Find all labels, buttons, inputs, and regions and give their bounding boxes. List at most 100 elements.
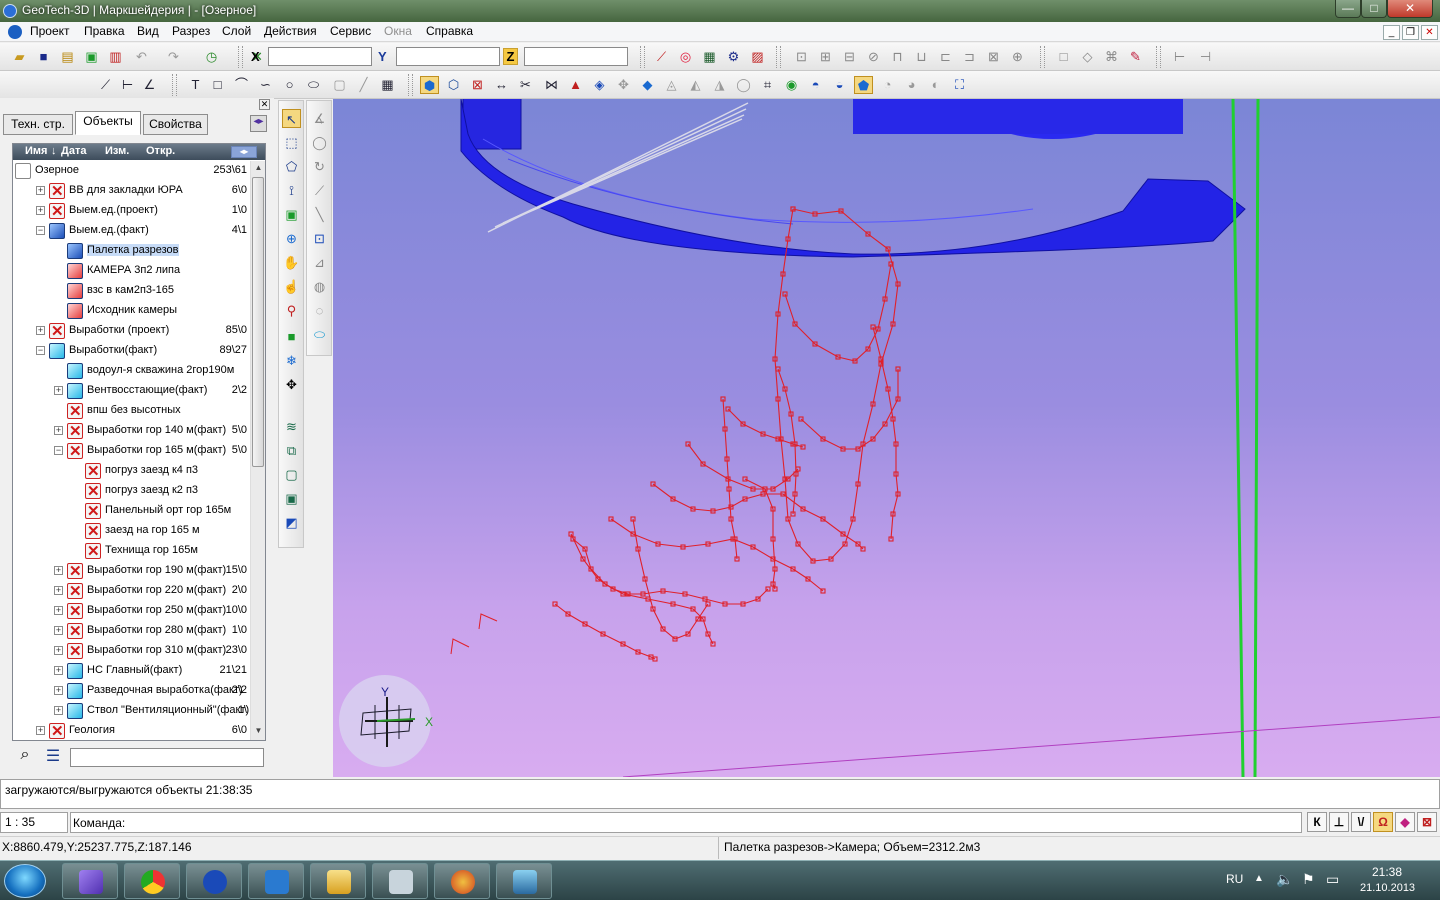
tray-arrow-icon[interactable]: ▲ bbox=[1254, 873, 1264, 884]
frame-icon[interactable]: ⛶ bbox=[950, 76, 969, 94]
filter-list-icon[interactable]: ☰ bbox=[42, 746, 64, 768]
snowflake-icon[interactable]: ❄ bbox=[282, 351, 301, 370]
distance-icon[interactable]: ↔ bbox=[492, 76, 511, 94]
document-icon[interactable] bbox=[8, 25, 22, 39]
tree-row[interactable]: − Выработки гор 165 м(факт) 5\0 bbox=[13, 441, 249, 461]
faded-g-icon[interactable]: ◐ bbox=[926, 76, 945, 94]
tree-row[interactable]: Панельный орт гор 165м bbox=[13, 501, 249, 521]
expand-icon[interactable]: + bbox=[54, 626, 63, 635]
tree-row[interactable]: + Выработки гор 220 м(факт) 2\0 bbox=[13, 581, 249, 601]
diamond-icon[interactable]: ◆ bbox=[638, 76, 657, 94]
cross-solid-icon[interactable]: ⊠ bbox=[468, 76, 487, 94]
scroll-up-icon[interactable]: ▲ bbox=[253, 163, 264, 175]
sphere-icon[interactable]: ◍ bbox=[310, 277, 329, 296]
taskbar-vs[interactable] bbox=[62, 863, 118, 899]
tree-row[interactable]: + Выем.ед.(проект) 1\0 bbox=[13, 201, 249, 221]
expand-icon[interactable]: + bbox=[54, 686, 63, 695]
gradient-icon[interactable]: ◒ bbox=[830, 76, 849, 94]
snap-grid-button[interactable]: ⊠ bbox=[1417, 812, 1437, 832]
faded-f-icon[interactable]: ◕ bbox=[902, 76, 921, 94]
clock-time[interactable]: 21:38 bbox=[1372, 865, 1402, 879]
layers-stack-icon[interactable]: ≋ bbox=[282, 417, 301, 436]
col-name[interactable]: Имя bbox=[25, 145, 47, 157]
tree-row[interactable]: + Выработки гор 250 м(факт)10\0 bbox=[13, 601, 249, 621]
hidden-layer-icon[interactable] bbox=[67, 402, 83, 420]
tool-k-icon[interactable]: □ bbox=[1054, 48, 1073, 66]
taskbar-paint[interactable] bbox=[434, 863, 490, 899]
pin-icon[interactable]: ⚲ bbox=[282, 301, 301, 320]
tree-row[interactable]: + Выработки гор 310 м(факт)23\0 bbox=[13, 641, 249, 661]
col-date[interactable]: Дата bbox=[61, 145, 86, 157]
maximize-button[interactable]: □ bbox=[1361, 0, 1387, 18]
table-icon[interactable]: ▦ bbox=[378, 76, 397, 94]
expand-icon[interactable]: + bbox=[36, 186, 45, 195]
cut-icon[interactable]: ✂ bbox=[516, 76, 535, 94]
blob-icon[interactable]: ◌ bbox=[310, 301, 329, 320]
rectangle-icon[interactable]: □ bbox=[208, 76, 227, 94]
taskbar-calc[interactable] bbox=[372, 863, 428, 899]
surface-icon[interactable]: ◉ bbox=[782, 76, 801, 94]
cube-icon[interactable]: ▣ bbox=[82, 48, 101, 66]
faded-d-icon[interactable]: ◯ bbox=[734, 76, 753, 94]
select-area-icon[interactable]: ▣ bbox=[282, 205, 301, 224]
command-input[interactable] bbox=[133, 814, 1293, 831]
select-node-icon[interactable]: ⟟ bbox=[282, 181, 301, 200]
cube-solid-icon[interactable]: ◈ bbox=[590, 76, 609, 94]
tool-i-icon[interactable]: ⊠ bbox=[984, 48, 1003, 66]
hand-icon[interactable]: ✋ bbox=[282, 253, 301, 272]
angle-measure-icon[interactable]: ∡ bbox=[310, 109, 329, 128]
taskbar-chrome[interactable] bbox=[124, 863, 180, 899]
object-search-input[interactable] bbox=[70, 748, 264, 767]
close-button[interactable]: ✕ bbox=[1387, 0, 1433, 18]
select-arrow-icon[interactable]: ↖ bbox=[282, 109, 301, 128]
3d-viewport[interactable]: Y X bbox=[333, 99, 1440, 777]
undo-icon[interactable]: ↶ bbox=[132, 48, 151, 66]
mesh-icon[interactable]: ⌗ bbox=[758, 76, 777, 94]
profile-icon[interactable]: ⊿ bbox=[310, 253, 329, 272]
move-icon[interactable]: ✥ bbox=[614, 76, 633, 94]
hidden-layer-icon[interactable] bbox=[67, 602, 83, 620]
tool-e-icon[interactable]: ⊓ bbox=[888, 48, 907, 66]
snap-node-button[interactable]: ◆ bbox=[1395, 812, 1415, 832]
tool-f-icon[interactable]: ⊔ bbox=[912, 48, 931, 66]
target-icon[interactable]: ◎ bbox=[676, 48, 695, 66]
volume-icon[interactable]: 🔈 bbox=[1276, 871, 1293, 888]
x-coord-input[interactable] bbox=[268, 47, 372, 66]
tree-row[interactable]: + Вентвосстающие(факт) 2\2 bbox=[13, 381, 249, 401]
arc-icon[interactable]: ⌒ bbox=[232, 76, 251, 94]
tool-o-icon[interactable]: ⊣ bbox=[1196, 48, 1215, 66]
expand-icon[interactable]: + bbox=[36, 726, 45, 735]
hidden-layer-icon[interactable] bbox=[67, 622, 83, 640]
scroll-down-icon[interactable]: ▼ bbox=[253, 726, 264, 738]
faded-e-icon[interactable]: ◔ bbox=[878, 76, 897, 94]
square-icon[interactable]: ▢ bbox=[330, 76, 349, 94]
frame-a-icon[interactable]: ▢ bbox=[282, 465, 301, 484]
faded-a-icon[interactable]: ◬ bbox=[662, 76, 681, 94]
tab-objects[interactable]: Объекты bbox=[75, 111, 141, 135]
eraser-icon[interactable]: ✎ bbox=[1126, 48, 1145, 66]
tree-row[interactable]: Палетка разрезов bbox=[13, 241, 249, 261]
flag-icon[interactable]: ⚑ bbox=[1302, 871, 1315, 888]
tree-row[interactable]: взс в кам2п3-165 bbox=[13, 281, 249, 301]
select-box-icon[interactable]: ⬚ bbox=[282, 133, 301, 152]
hidden-layer-icon[interactable] bbox=[67, 642, 83, 660]
hidden-layer-icon[interactable] bbox=[49, 722, 65, 740]
menu-view[interactable]: Вид bbox=[137, 24, 159, 38]
hidden-layer-icon[interactable] bbox=[67, 422, 83, 440]
collapse-icon[interactable]: − bbox=[36, 346, 45, 355]
tree-row[interactable]: − Выработки(факт) 89\27 bbox=[13, 341, 249, 361]
language-indicator[interactable]: RU bbox=[1226, 872, 1243, 886]
node-square-icon[interactable]: ⊡ bbox=[310, 229, 329, 248]
faded-b-icon[interactable]: ◭ bbox=[686, 76, 705, 94]
minimize-button[interactable]: — bbox=[1335, 0, 1361, 18]
layer-icon[interactable] bbox=[67, 683, 83, 699]
tree-row[interactable]: + Выработки (проект) 85\0 bbox=[13, 321, 249, 341]
collapse-icon[interactable]: − bbox=[54, 446, 63, 455]
hidden-layer-icon[interactable] bbox=[85, 462, 101, 480]
expand-icon[interactable]: + bbox=[54, 586, 63, 595]
layer-icon[interactable] bbox=[49, 223, 65, 239]
hidden-layer-icon[interactable] bbox=[67, 442, 83, 460]
tree-row[interactable]: + Выработки гор 190 м(факт)15\0 bbox=[13, 561, 249, 581]
scroll-thumb[interactable] bbox=[252, 177, 264, 467]
split-icon[interactable]: ⋈ bbox=[542, 76, 561, 94]
